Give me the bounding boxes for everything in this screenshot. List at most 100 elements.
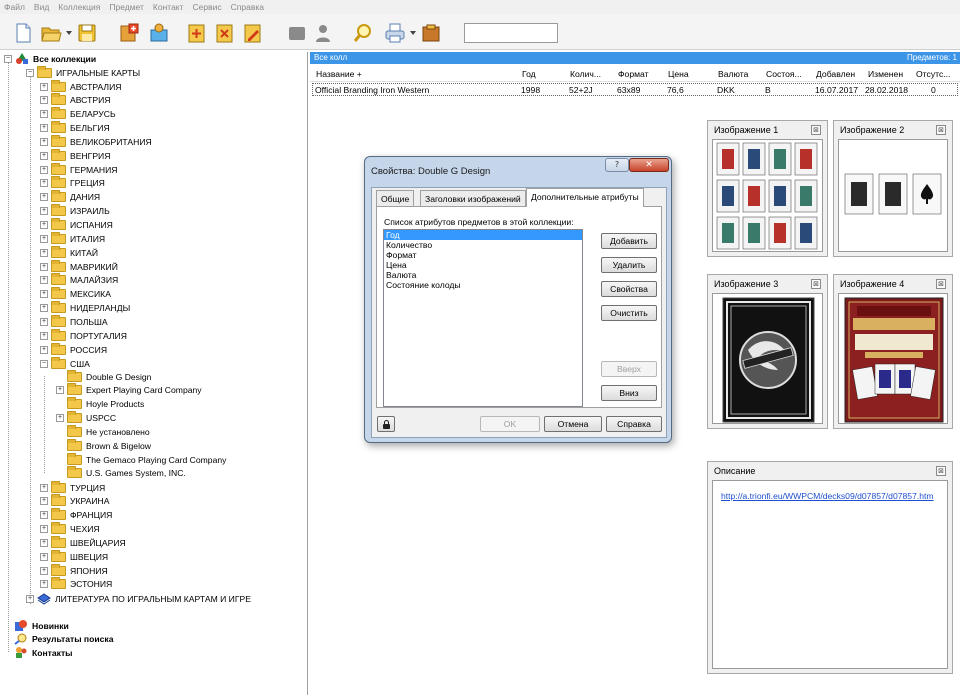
collection-edit-icon[interactable] <box>148 22 170 44</box>
close-icon[interactable]: ⊠ <box>936 125 946 135</box>
expand-icon[interactable]: + <box>40 552 48 561</box>
tab-additional-attributes[interactable]: Дополнительные атрибуты <box>526 188 644 207</box>
expand-icon[interactable]: + <box>40 497 48 506</box>
list-item[interactable]: Год <box>384 230 582 240</box>
column-format[interactable]: Формат <box>618 69 649 79</box>
menu-collection[interactable]: Коллекция <box>58 2 100 12</box>
search-icon[interactable] <box>352 22 374 44</box>
tree-item[interactable]: + НИДЕРЛАНДЫ <box>40 301 130 315</box>
tree-item[interactable]: + USPCC <box>56 411 116 425</box>
list-item[interactable]: Валюта <box>384 270 582 280</box>
open-folder-icon[interactable] <box>40 22 62 44</box>
description-link[interactable]: http://a.trionfi.eu/WWPCM/decks09/d07857… <box>721 491 934 501</box>
tree-item[interactable]: + ДАНИЯ <box>40 190 100 204</box>
close-icon[interactable]: ⊠ <box>936 466 946 476</box>
expand-icon[interactable]: + <box>40 566 48 575</box>
open-dropdown-icon[interactable] <box>66 31 72 35</box>
tree-item-contacts[interactable]: Контакты <box>14 646 73 659</box>
item-delete-icon[interactable] <box>214 22 236 44</box>
tree-item-new[interactable]: Новинки <box>14 619 69 632</box>
expand-icon[interactable]: + <box>40 151 48 160</box>
collapse-icon[interactable]: − <box>26 68 34 77</box>
dialog-close-button[interactable]: ✕ <box>629 158 669 172</box>
table-row[interactable]: Official Branding Iron Western 1998 52+2… <box>312 83 958 96</box>
tree-item[interactable]: Не установлено <box>56 424 150 438</box>
attribute-properties-button[interactable]: Свойства <box>601 281 657 297</box>
lock-icon[interactable] <box>377 416 395 432</box>
expand-icon[interactable]: + <box>40 137 48 146</box>
expand-icon[interactable]: + <box>40 276 48 285</box>
move-down-button[interactable]: Вниз <box>601 385 657 401</box>
dialog-help-button[interactable]: ? <box>605 158 629 172</box>
tree-item-playing-cards[interactable]: − ИГРАЛЬНЫЕ КАРТЫ <box>26 65 140 79</box>
tree-item[interactable]: + Expert Playing Card Company <box>56 383 202 397</box>
print-dropdown-icon[interactable] <box>410 31 416 35</box>
column-condition[interactable]: Состоя... <box>766 69 802 79</box>
collection-tree[interactable]: − Все коллекции − ИГРАЛЬНЫЕ КАРТЫ + АВСТР… <box>0 52 308 695</box>
menu-view[interactable]: Вид <box>34 2 49 12</box>
tree-item[interactable]: + АВСТРАЛИЯ <box>40 79 121 93</box>
column-price[interactable]: Цена <box>668 69 689 79</box>
tree-item[interactable]: + КИТАЙ <box>40 245 98 259</box>
ok-button[interactable]: OK <box>480 416 540 432</box>
column-quantity[interactable]: Колич... <box>570 69 601 79</box>
tree-item[interactable]: + ЯПОНИЯ <box>40 563 108 577</box>
expand-icon[interactable]: + <box>40 525 48 534</box>
expand-icon[interactable]: + <box>40 511 48 520</box>
menu-item[interactable]: Предмет <box>109 2 144 12</box>
expand-icon[interactable]: + <box>40 179 48 188</box>
collapse-icon[interactable]: − <box>4 54 12 63</box>
expand-icon[interactable]: + <box>40 221 48 229</box>
menu-contact[interactable]: Контакт <box>153 2 184 12</box>
expand-icon[interactable]: + <box>40 110 48 119</box>
expand-icon[interactable]: + <box>40 304 48 313</box>
list-item[interactable]: Количество <box>384 240 582 250</box>
tree-item[interactable]: Brown & Bigelow <box>56 438 151 452</box>
expand-icon[interactable]: + <box>40 165 48 174</box>
expand-icon[interactable]: + <box>40 207 48 216</box>
tab-general[interactable]: Общие <box>376 190 415 206</box>
tree-item[interactable]: + ЧЕХИЯ <box>40 522 100 536</box>
tree-item[interactable]: + БЕЛЬГИЯ <box>40 121 110 135</box>
expand-icon[interactable]: + <box>40 345 48 354</box>
expand-icon[interactable]: + <box>56 386 64 395</box>
tree-root[interactable]: − Все коллекции <box>4 52 96 65</box>
tree-item[interactable]: + ГРЕЦИЯ <box>40 176 105 190</box>
collapse-icon[interactable]: − <box>40 359 48 368</box>
expand-icon[interactable]: + <box>40 262 48 271</box>
column-year[interactable]: Год <box>522 69 536 79</box>
expand-icon[interactable]: + <box>56 414 64 423</box>
tree-item[interactable]: − США <box>40 356 90 370</box>
tree-item[interactable]: U.S. Games System, INC. <box>56 466 186 480</box>
attributes-list[interactable]: Год Количество Формат Цена Валюта Состоя… <box>383 229 583 407</box>
tree-item[interactable]: + ФРАНЦИЯ <box>40 508 112 522</box>
tab-image-titles[interactable]: Заголовки изображений <box>420 190 526 206</box>
tree-item[interactable]: + ТУРЦИЯ <box>40 480 105 494</box>
tree-item[interactable]: + ПОРТУГАЛИЯ <box>40 328 127 342</box>
expand-icon[interactable]: + <box>40 538 48 547</box>
expand-icon[interactable]: + <box>40 331 48 340</box>
tree-item[interactable]: + АВСТРИЯ <box>40 93 110 107</box>
column-modified[interactable]: Изменен <box>868 69 903 79</box>
help-button[interactable]: Справка <box>606 416 662 432</box>
cancel-button[interactable]: Отмена <box>544 416 602 432</box>
tree-item[interactable]: + МАЛАЙЗИЯ <box>40 273 118 287</box>
item-edit-icon[interactable] <box>242 22 264 44</box>
close-icon[interactable]: ⊠ <box>811 279 821 289</box>
menu-help[interactable]: Справка <box>231 2 264 12</box>
expand-icon[interactable]: + <box>26 594 34 603</box>
tree-item[interactable]: Hoyle Products <box>56 397 144 411</box>
expand-icon[interactable]: + <box>40 580 48 589</box>
tree-item[interactable]: + МЕКСИКА <box>40 287 111 301</box>
tree-item[interactable]: The Gemaco Playing Card Company <box>56 452 226 466</box>
clear-attributes-button[interactable]: Очистить <box>601 305 657 321</box>
expand-icon[interactable]: + <box>40 193 48 202</box>
tree-item[interactable]: + ВЕНГРИЯ <box>40 148 110 162</box>
tree-item[interactable]: + ЭСТОНИЯ <box>40 577 112 591</box>
expand-icon[interactable]: + <box>40 317 48 326</box>
list-item[interactable]: Состояние колоды <box>384 280 582 290</box>
person-icon[interactable] <box>312 22 334 44</box>
tree-item[interactable]: + МАВРИКИЙ <box>40 259 118 273</box>
tree-item[interactable]: Double G Design <box>56 369 151 383</box>
expand-icon[interactable]: + <box>40 96 48 105</box>
